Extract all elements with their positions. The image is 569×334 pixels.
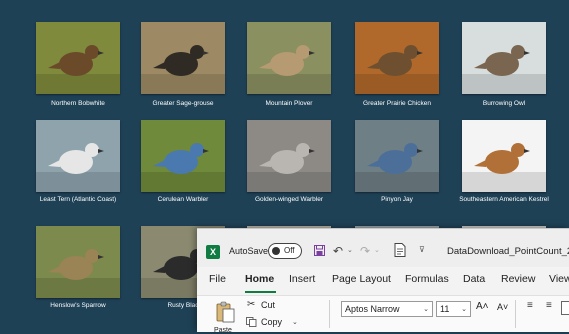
bird-photo[interactable] xyxy=(462,120,546,192)
bird-photo[interactable] xyxy=(355,120,439,192)
excel-window: X AutoSave Off ↶ ⌄ ↷ ⌄ ⊽ DataDownload_Po… xyxy=(197,228,569,334)
document-title: DataDownload_PointCount_20 xyxy=(447,246,569,257)
group-divider xyxy=(329,300,330,328)
bird-caption: Henslow's Sparrow xyxy=(50,302,106,309)
save-icon[interactable] xyxy=(314,245,325,256)
bird-photo[interactable] xyxy=(36,22,120,94)
wrap-text-icon[interactable] xyxy=(561,301,569,315)
undo-dropdown-icon[interactable]: ⌄ xyxy=(347,246,353,254)
chevron-down-icon: ⌄ xyxy=(461,306,467,313)
bird-caption: Golden-winged Warbler xyxy=(254,196,324,203)
bird-caption: Northern Bobwhite xyxy=(51,100,105,107)
autosave-state: Off xyxy=(284,246,295,255)
bird-photo[interactable] xyxy=(141,22,225,94)
bird-photo[interactable] xyxy=(247,22,331,94)
toggle-knob xyxy=(272,247,280,255)
font-size-select[interactable]: 11 ⌄ xyxy=(436,301,471,317)
bird-photo[interactable] xyxy=(462,22,546,94)
title-bar: X AutoSave Off ↶ ⌄ ↷ ⌄ ⊽ DataDownload_Po… xyxy=(197,229,569,267)
scissors-icon[interactable]: ✂ xyxy=(247,299,255,310)
tab-view[interactable]: View xyxy=(549,273,569,285)
bird-caption: Greater Prairie Chicken xyxy=(363,100,431,107)
copy-dropdown-icon[interactable]: ⌄ xyxy=(292,318,298,326)
paste-icon[interactable] xyxy=(215,301,235,323)
increase-font-size-button[interactable]: A˄ xyxy=(476,301,489,312)
chevron-down-icon: ⌄ xyxy=(423,306,429,313)
bird-photo[interactable] xyxy=(141,120,225,192)
redo-dropdown-icon[interactable]: ⌄ xyxy=(374,246,380,254)
bird-caption: Pinyon Jay xyxy=(381,196,413,203)
tab-insert[interactable]: Insert xyxy=(289,273,315,285)
undo-icon[interactable]: ↶ xyxy=(333,244,343,258)
tab-page-layout[interactable]: Page Layout xyxy=(332,273,391,285)
bird-caption: Least Tern (Atlantic Coast) xyxy=(39,196,117,203)
redo-icon[interactable]: ↷ xyxy=(360,244,370,258)
bird-caption: Mountain Plover xyxy=(265,100,313,107)
copy-icon[interactable] xyxy=(246,317,257,327)
document-icon[interactable] xyxy=(394,243,406,257)
bird-photo[interactable] xyxy=(247,120,331,192)
bird-caption: Southeastern American Kestrel xyxy=(459,196,549,203)
bird-photo[interactable] xyxy=(36,226,120,298)
copy-button[interactable]: Copy xyxy=(261,317,282,327)
ribbon-home: Paste ✂ Cut Copy ⌄ Aptos Narrow ⌄ 11 ⌄ A… xyxy=(197,295,569,334)
autosave-label: AutoSave xyxy=(229,246,269,256)
group-divider xyxy=(515,300,516,328)
active-tab-indicator xyxy=(245,291,276,293)
tab-home[interactable]: Home xyxy=(245,273,274,285)
bird-photo[interactable] xyxy=(355,22,439,94)
bird-photo[interactable] xyxy=(36,120,120,192)
excel-logo-icon: X xyxy=(206,245,220,259)
align-middle-icon[interactable]: ≡ xyxy=(546,300,552,311)
align-top-icon[interactable]: ≡ xyxy=(527,300,533,311)
cut-button[interactable]: Cut xyxy=(261,300,275,310)
bird-caption: Cerulean Warbler xyxy=(157,196,209,203)
bird-caption: Burrowing Owl xyxy=(482,100,526,107)
decrease-font-size-button[interactable]: A˅ xyxy=(497,302,508,312)
customize-qat-icon[interactable]: ⊽ xyxy=(419,245,425,254)
font-name-select[interactable]: Aptos Narrow ⌄ xyxy=(341,301,433,317)
autosave-toggle[interactable]: Off xyxy=(268,243,302,259)
tab-review[interactable]: Review xyxy=(501,273,535,285)
tab-formulas[interactable]: Formulas xyxy=(405,273,449,285)
bird-caption: Greater Sage-grouse xyxy=(152,100,214,107)
tab-file[interactable]: File xyxy=(209,273,226,285)
font-size-value: 11 xyxy=(440,304,450,314)
ribbon-tabs: File Home Insert Page Layout Formulas Da… xyxy=(197,273,569,291)
paste-button[interactable]: Paste xyxy=(214,327,232,334)
font-name-value: Aptos Narrow xyxy=(345,304,400,314)
tab-data[interactable]: Data xyxy=(463,273,485,285)
